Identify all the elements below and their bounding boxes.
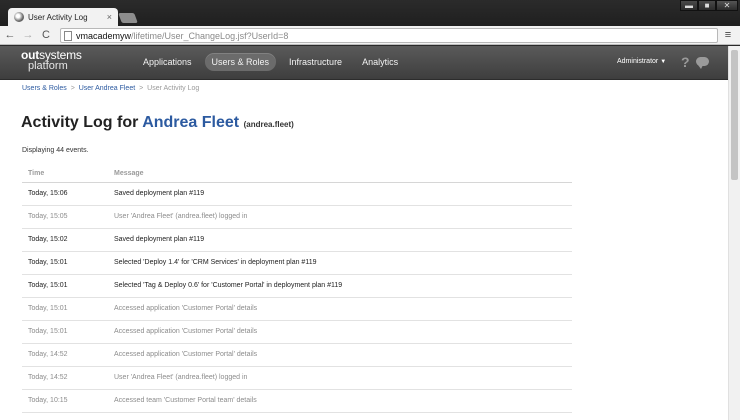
caret-down-icon: ▼ [660,59,667,65]
table-row: Today, 15:01 Accessed application 'Custom… [22,320,572,344]
new-tab-button[interactable] [118,13,138,23]
app-header: outsystems platform Applications Users &… [0,46,728,80]
logo-subtitle: platform [28,60,68,72]
user-menu[interactable]: Administrator ▼ [617,58,666,65]
page-viewport: outsystems platform Applications Users &… [0,46,740,420]
breadcrumb-users-roles[interactable]: Users & Roles [22,85,67,92]
browser-toolbar: ← → C vmacademyw/lifetime/User_ChangeLog… [0,26,740,45]
cell-time: Today, 10:15 [22,389,108,413]
cell-time: Today, 15:01 [22,297,108,321]
cell-time: Today, 14:52 [22,343,108,367]
maximize-button[interactable]: ■ [698,0,716,11]
cell-message: Saved deployment plan #119 [108,228,572,252]
help-icon[interactable]: ? [681,54,690,70]
table-row: Today, 15:05 User 'Andrea Fleet' (andrea.… [22,205,572,229]
page-scrollbar[interactable] [728,46,740,420]
table-row: Today, 15:01 Selected 'Tag & Deploy 0.6' … [22,274,572,298]
user-handle: (andrea.fleet) [243,120,294,129]
cell-message: Saved deployment plan #119 [108,182,572,206]
cell-message: User 'Andrea Fleet' (andrea.fleet) logge… [108,205,572,229]
reload-icon[interactable]: C [38,27,54,43]
close-window-button[interactable]: ✕ [716,0,738,11]
scrollbar-thumb[interactable] [731,50,738,180]
event-count: Displaying 44 events. [22,147,89,154]
breadcrumb: Users & Roles > User Andrea Fleet > User… [22,85,199,92]
breadcrumb-separator: > [139,85,144,92]
outsystems-logo[interactable]: outsystems platform [21,49,82,72]
table-row: Today, 15:06 Saved deployment plan #119 [22,182,572,206]
table-row: Today, 10:15 Accessed team 'Customer Port… [22,389,572,413]
breadcrumb-user[interactable]: User Andrea Fleet [79,85,135,92]
cell-message: Accessed application 'Customer Portal' d… [108,343,572,367]
nav-analytics[interactable]: Analytics [355,53,405,71]
cell-time: Today, 14:52 [22,366,108,390]
column-header-message: Message [108,165,572,183]
cell-message: User 'Andrea Fleet' (andrea.fleet) logge… [108,366,572,390]
nav-applications[interactable]: Applications [136,53,199,71]
tab-title: User Activity Log [28,12,88,22]
minimize-button[interactable]: ▬ [680,0,698,11]
browser-menu-icon[interactable]: ≡ [722,29,734,42]
table-row: Today, 15:02 Saved deployment plan #119 [22,228,572,252]
table-header-row: Time Message [22,165,572,183]
cell-time: Today, 15:06 [22,182,108,206]
page-title-prefix: Activity Log for [21,114,139,131]
main-nav: Applications Users & Roles Infrastructur… [136,53,411,71]
url-path: /lifetime/User_ChangeLog.jsf?UserId=8 [131,30,289,41]
table-body: Today, 15:06 Saved deployment plan #119 To… [22,182,572,413]
column-header-time: Time [22,165,108,183]
cell-message: Accessed application 'Customer Portal' d… [108,320,572,344]
feedback-chat-icon[interactable] [696,57,709,69]
activity-log-table: Time Message Today, 15:06 Saved deploymen… [22,165,572,413]
cell-time: Today, 15:01 [22,274,108,298]
page-icon [64,30,72,41]
cell-time: Today, 15:05 [22,205,108,229]
cell-message: Selected 'Deploy 1.4' for 'CRM Services'… [108,251,572,275]
table-row: Today, 15:01 Selected 'Deploy 1.4' for 'C… [22,251,572,275]
back-arrow-icon[interactable]: ← [2,27,18,43]
user-name-link[interactable]: Andrea Fleet [142,114,239,131]
cell-message: Accessed team 'Customer Portal team' det… [108,389,572,413]
address-bar[interactable]: vmacademyw/lifetime/User_ChangeLog.jsf?U… [60,28,718,43]
browser-tab[interactable]: User Activity Log × [8,8,118,26]
tab-close-icon[interactable]: × [107,12,112,22]
table-row: Today, 14:52 Accessed application 'Custom… [22,343,572,367]
table-row: Today, 14:52 User 'Andrea Fleet' (andrea.… [22,366,572,390]
nav-users-roles[interactable]: Users & Roles [204,53,277,71]
cell-message: Selected 'Tag & Deploy 0.6' for 'Custome… [108,274,572,298]
breadcrumb-separator: > [70,85,75,92]
page-title: Activity Log for Andrea Fleet (andrea.fl… [21,114,294,132]
tab-strip: User Activity Log × ▬ ■ ✕ [0,0,740,26]
favicon-icon [14,12,24,22]
url-host: vmacademyw [76,30,132,41]
breadcrumb-current: User Activity Log [147,85,200,92]
forward-arrow-icon[interactable]: → [20,27,36,43]
user-menu-label: Administrator [617,58,659,65]
table-row: Today, 15:01 Accessed application 'Custom… [22,297,572,321]
cell-time: Today, 15:02 [22,228,108,252]
nav-infrastructure[interactable]: Infrastructure [282,53,349,71]
browser-window: User Activity Log × ▬ ■ ✕ ← → C vmacadem… [0,0,740,420]
cell-message: Accessed application 'Customer Portal' d… [108,297,572,321]
cell-time: Today, 15:01 [22,320,108,344]
cell-time: Today, 15:01 [22,251,108,275]
